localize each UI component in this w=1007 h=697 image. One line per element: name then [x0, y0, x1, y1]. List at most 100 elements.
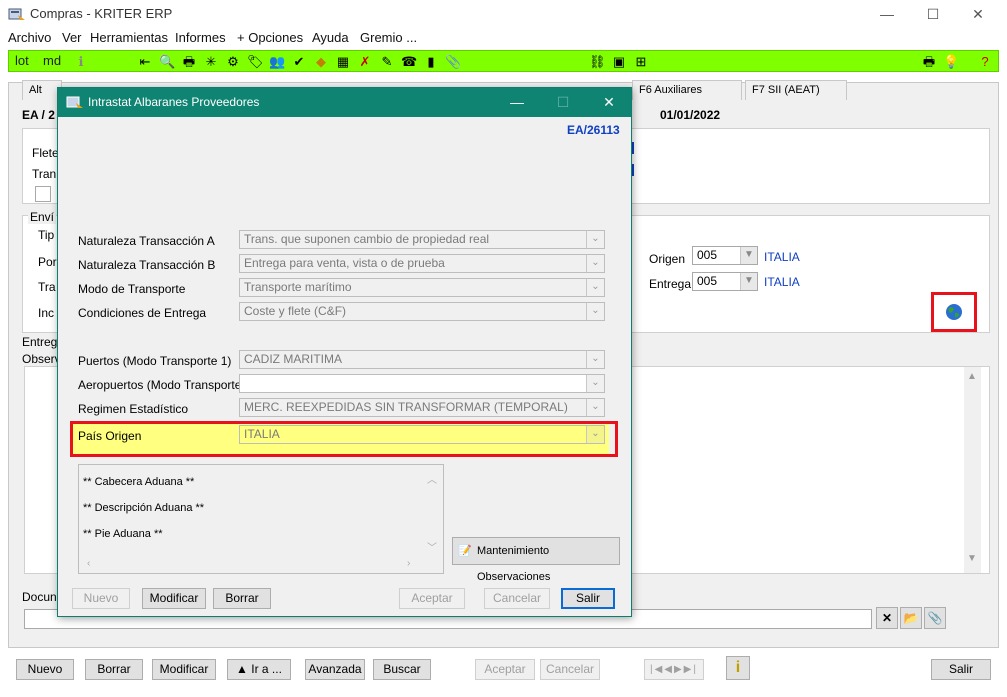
por-label: Por	[38, 255, 57, 269]
clear-document-icon[interactable]: ✕	[876, 607, 898, 629]
ir-a-button[interactable]: ▲ Ir a ...	[227, 659, 291, 680]
minimize-button[interactable]: —	[867, 0, 907, 28]
people-icon[interactable]: 👥	[269, 54, 285, 70]
dialog-aceptar-button[interactable]: Aceptar	[399, 588, 465, 609]
menu-opciones[interactable]: + Opciones	[237, 30, 303, 45]
print-icon[interactable]: 🖶	[181, 54, 197, 70]
menu-informes[interactable]: Informes	[175, 30, 226, 45]
aeropuertos-select[interactable]	[239, 374, 605, 393]
inc-label: Inc	[38, 306, 55, 320]
condiciones-entrega-select[interactable]: Coste y flete (C&F)	[239, 302, 605, 321]
preview-icon[interactable]: 🔍	[159, 54, 175, 70]
globe-icon[interactable]	[944, 302, 964, 322]
menu-herramientas[interactable]: Herramientas	[90, 30, 168, 45]
dialog-salir-button[interactable]: Salir	[561, 588, 615, 609]
avanzada-button[interactable]: Avanzada	[305, 659, 365, 680]
mantenimiento-observaciones-button[interactable]: 📝 Mantenimiento Observaciones	[452, 537, 620, 583]
asterisk-icon[interactable]: ✳	[203, 54, 219, 70]
chart-icon[interactable]: ✗	[357, 54, 373, 70]
maximize-button[interactable]: ☐	[913, 0, 953, 28]
check-icon[interactable]: ✔	[291, 54, 307, 70]
borrar-button[interactable]: Borrar	[85, 659, 143, 680]
puertos-label: Puertos (Modo Transporte 1)	[78, 354, 232, 368]
phone-icon[interactable]: ☎	[401, 54, 417, 70]
puertos-select[interactable]: CADIZ MARITIMA	[239, 350, 605, 369]
link-icon[interactable]: ⛓	[589, 54, 606, 70]
tab-alt[interactable]: Alt	[22, 80, 62, 100]
buscar-button[interactable]: Buscar	[373, 659, 431, 680]
menu-gremio[interactable]: Gremio ...	[360, 30, 417, 45]
scroll-down-icon[interactable]: ▼	[967, 553, 977, 564]
toolbar-md[interactable]: md	[43, 53, 61, 69]
puertos-dropdown-icon[interactable]: ⌄	[586, 351, 604, 368]
intrastat-dialog: Intrastat Albaranes Proveedores — ☐ ✕ EA…	[57, 87, 632, 617]
diamond-icon[interactable]: ◆	[313, 54, 329, 70]
bottle-icon[interactable]: ▮	[423, 54, 439, 70]
memo-scroll-down-icon[interactable]: ﹀	[427, 539, 437, 554]
nat-a-dropdown-icon[interactable]: ⌄	[586, 231, 604, 248]
toolbar-lot[interactable]: lot	[15, 53, 29, 69]
dialog-nuevo-button[interactable]: Nuevo	[72, 588, 130, 609]
scroll-up-icon[interactable]: ▲	[967, 371, 977, 382]
origen-dropdown-icon[interactable]: ▼	[740, 247, 757, 264]
tag-icon[interactable]: 🏷	[247, 54, 264, 70]
cancelar-button[interactable]: Cancelar	[540, 659, 600, 680]
first-record-icon[interactable]: ⇤	[137, 54, 153, 70]
condiciones-entrega-value: Coste y flete (C&F)	[244, 304, 347, 318]
modificar-button[interactable]: Modificar	[152, 659, 216, 680]
tool-icon[interactable]: ⚙	[225, 54, 241, 70]
record-navigation-icon[interactable]: |◀◀▶▶|	[644, 659, 704, 680]
open-folder-icon[interactable]: 📂	[900, 607, 922, 629]
document-date: 01/01/2022	[660, 108, 721, 122]
observaciones-scrollbar[interactable]: ▲ ▼	[964, 367, 981, 573]
help-icon[interactable]: ?	[977, 54, 993, 70]
dialog-minimize-button[interactable]: —	[496, 88, 538, 117]
condiciones-entrega-dropdown-icon[interactable]: ⌄	[586, 303, 604, 320]
nat-b-value: Entrega para venta, vista o de prueba	[244, 256, 445, 270]
menu-archivo[interactable]: Archivo	[8, 30, 51, 45]
nat-b-dropdown-icon[interactable]: ⌄	[586, 255, 604, 272]
info-icon[interactable]: ℹ	[73, 54, 89, 70]
flete-checkbox[interactable]	[35, 186, 51, 202]
tiles-icon[interactable]: ⊞	[633, 54, 649, 70]
nat-a-select[interactable]: Trans. que suponen cambio de propiedad r…	[239, 230, 605, 249]
dialog-modificar-button[interactable]: Modificar	[142, 588, 206, 609]
menu-ayuda[interactable]: Ayuda	[312, 30, 349, 45]
dialog-cancelar-button[interactable]: Cancelar	[484, 588, 550, 609]
grid-icon[interactable]: ▦	[335, 54, 351, 70]
paperclip-icon[interactable]: 📎	[445, 54, 461, 70]
dialog-document-number: EA/26113	[567, 123, 620, 137]
aduana-memo[interactable]: ** Cabecera Aduana ** ** Descripción Adu…	[78, 464, 444, 574]
edit-notes-icon: 📝	[458, 545, 472, 557]
regimen-select[interactable]: MERC. REEXPEDIDAS SIN TRANSFORMAR (TEMPO…	[239, 398, 605, 417]
printer-small-icon[interactable]: 🖶	[921, 54, 937, 70]
modo-transporte-dropdown-icon[interactable]: ⌄	[586, 279, 604, 296]
dialog-maximize-button[interactable]: ☐	[542, 88, 584, 117]
pais-origen-dropdown-icon[interactable]: ⌄	[586, 426, 604, 443]
info-button-icon[interactable]: i	[726, 656, 750, 680]
modo-transporte-select[interactable]: Transporte marítimo	[239, 278, 605, 297]
aeropuertos-dropdown-icon[interactable]: ⌄	[586, 375, 604, 392]
pais-origen-select[interactable]: ITALIA	[239, 425, 605, 444]
lightbulb-icon[interactable]: 💡	[943, 54, 959, 70]
window-titlebar: Compras - KRITER ERP — ☐ ✕	[0, 0, 1007, 28]
nuevo-button[interactable]: Nuevo	[16, 659, 74, 680]
window-icon[interactable]: ▣	[611, 54, 627, 70]
tab-f6-auxiliares[interactable]: F6 Auxiliares	[632, 80, 742, 100]
menu-ver[interactable]: Ver	[62, 30, 82, 45]
dialog-close-button[interactable]: ✕	[588, 88, 630, 117]
nat-b-select[interactable]: Entrega para venta, vista o de prueba	[239, 254, 605, 273]
attach-icon[interactable]: 📎	[924, 607, 946, 629]
pen-icon[interactable]: ✎	[379, 54, 395, 70]
memo-scroll-up-icon[interactable]: ︿	[427, 471, 437, 486]
tab-f7-sii[interactable]: F7 SII (AEAT)	[745, 80, 847, 100]
dialog-borrar-button[interactable]: Borrar	[213, 588, 271, 609]
pais-origen-value: ITALIA	[244, 427, 280, 441]
memo-scroll-right-icon[interactable]: ›	[407, 558, 410, 569]
entrega-dropdown-icon[interactable]: ▼	[740, 273, 757, 290]
salir-button[interactable]: Salir	[931, 659, 991, 680]
close-button[interactable]: ✕	[958, 0, 998, 28]
memo-scroll-left-icon[interactable]: ‹	[87, 558, 90, 569]
aceptar-button[interactable]: Aceptar	[475, 659, 535, 680]
regimen-dropdown-icon[interactable]: ⌄	[586, 399, 604, 416]
